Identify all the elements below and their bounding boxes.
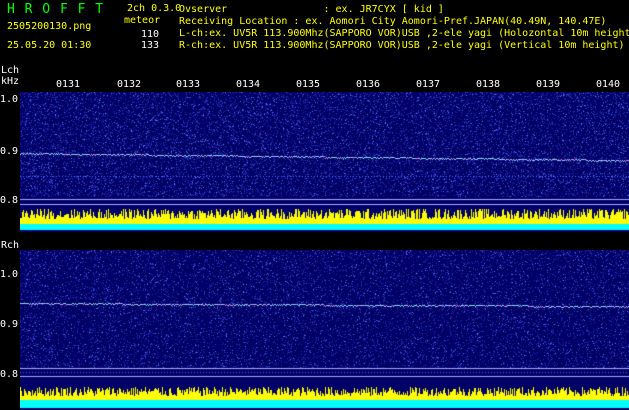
lch-ytick: 0.8 xyxy=(0,195,19,206)
time-tick: 0136 xyxy=(356,79,381,90)
rch-ytick: 0.9 xyxy=(0,319,19,330)
meteor-label: meteor xyxy=(124,15,161,26)
rch-receiver-line: R-ch:ex. UV5R 113.900Mhz(SAPPORO VOR)USB… xyxy=(179,40,625,51)
lch-label: Lch xyxy=(1,65,20,76)
time-tick: 0137 xyxy=(416,79,441,90)
meteor-count-l: 110 xyxy=(141,29,160,40)
time-tick: 0135 xyxy=(296,79,321,90)
location-line: Receiving Location : ex. Aomori City Aom… xyxy=(179,16,607,27)
lch-spectrogram xyxy=(20,92,629,232)
meteor-count-r: 133 xyxy=(141,40,160,51)
observer-line: Ovserver : ex. JR7CYX [ kid ] xyxy=(179,4,444,15)
rch-label: Rch xyxy=(1,240,20,251)
time-tick: 0140 xyxy=(596,79,621,90)
lch-spectrogram-canvas xyxy=(20,92,629,232)
app-logo: H R O F F T xyxy=(7,2,105,17)
rch-ytick: 1.0 xyxy=(0,269,19,280)
time-tick: 0134 xyxy=(236,79,261,90)
lch-receiver-line: L-ch:ex. UV5R 113.900Mhz(SAPPORO VOR)USB… xyxy=(179,28,629,39)
time-tick: 0138 xyxy=(476,79,501,90)
time-tick: 0131 xyxy=(56,79,81,90)
time-tick: 0132 xyxy=(117,79,142,90)
lch-ytick: 0.9 xyxy=(0,146,19,157)
lch-ytick: 1.0 xyxy=(0,94,19,105)
rch-ytick: 0.8 xyxy=(0,369,19,380)
filename-label: 2505200130.png xyxy=(7,21,92,32)
time-tick: 0139 xyxy=(536,79,561,90)
lch-unit-label: kHz xyxy=(1,76,20,87)
rch-spectrogram-canvas xyxy=(20,250,629,410)
rch-spectrogram xyxy=(20,250,629,410)
time-tick: 0133 xyxy=(176,79,201,90)
datetime-label: 25.05.20 01:30 xyxy=(7,40,92,51)
version-label: 2ch 0.3.0 xyxy=(127,3,182,14)
